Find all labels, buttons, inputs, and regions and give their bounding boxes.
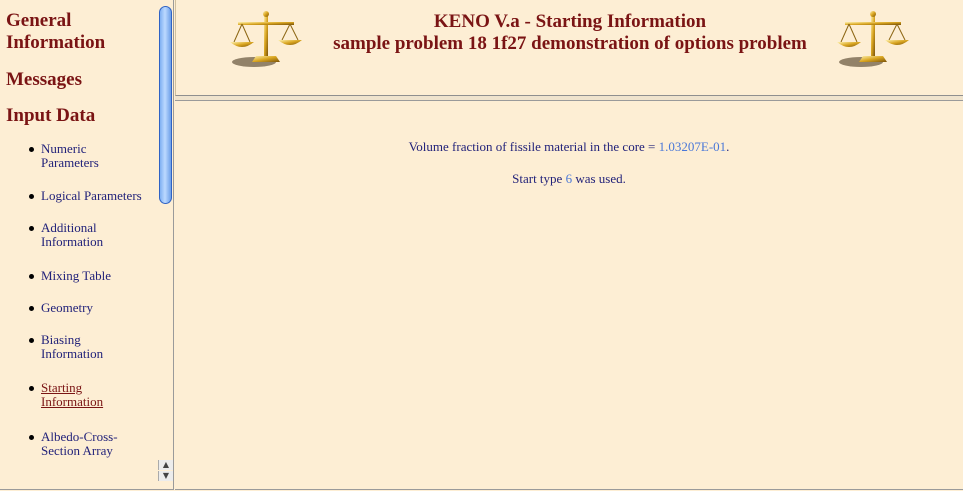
nav-link-line2: Information: [41, 346, 104, 361]
bullet-icon: [29, 147, 34, 152]
nav-link-line1: Starting: [41, 380, 83, 395]
header-frame: KENO V.a - Starting Information sample p…: [175, 0, 963, 96]
nav-link-line1: Additional: [41, 220, 97, 235]
scroll-up-arrow-icon[interactable]: ▲: [158, 460, 173, 470]
start-type-prefix: Start type: [512, 171, 566, 186]
bullet-icon: [29, 226, 34, 231]
volume-fraction-value: 1.03207E-01: [658, 139, 727, 154]
nav-link-line2: Information: [41, 234, 104, 249]
nav-input-data-link[interactable]: Input Data: [0, 105, 95, 127]
bullet-icon: [29, 306, 34, 311]
nav-link-line1: Numeric: [41, 141, 87, 156]
nav-general-line1: General: [6, 10, 72, 31]
nav-general-information-link[interactable]: General Information: [0, 10, 105, 54]
scrollbar-thumb[interactable]: [159, 6, 172, 204]
nav-link-line1: Geometry: [41, 300, 93, 315]
nav-link-line2: Section Array: [41, 443, 113, 458]
nav-general-line2: Information: [6, 32, 106, 53]
nav-link-mixing-table[interactable]: Mixing Table: [41, 269, 157, 283]
nav-link-line2: Parameters: [41, 155, 99, 170]
nav-link-albedo-cross-section-array[interactable]: Albedo-Cross- Section Array: [41, 430, 157, 458]
scroll-down-arrow-icon[interactable]: ▼: [158, 471, 173, 481]
bullet-icon: [29, 274, 34, 279]
start-type-suffix: was used.: [572, 171, 626, 186]
nav-scrollbar[interactable]: ▲ ▼: [158, 0, 173, 489]
nav-link-line1: Logical Parameters: [41, 188, 142, 203]
volume-fraction-label: Volume fraction of fissile material in t…: [408, 139, 659, 154]
nav-link-geometry[interactable]: Geometry: [41, 301, 157, 315]
nav-frame: General Information Messages Input Data …: [0, 0, 174, 490]
nav-link-line1: Albedo-Cross-: [41, 429, 118, 444]
volume-fraction-suffix: .: [726, 139, 730, 154]
nav-link-logical-parameters[interactable]: Logical Parameters: [41, 189, 157, 203]
balance-scale-icon: [837, 11, 909, 67]
nav-link-starting-information[interactable]: Starting Information: [41, 381, 157, 409]
nav-messages-link[interactable]: Messages: [0, 69, 82, 91]
nav-link-biasing-information[interactable]: Biasing Information: [41, 333, 157, 361]
volume-fraction-line: Volume fraction of fissile material in t…: [175, 139, 963, 155]
nav-link-line1: Biasing: [41, 332, 81, 347]
start-type-line: Start type 6 was used.: [175, 171, 963, 187]
main-content-frame: Volume fraction of fissile material in t…: [175, 101, 963, 490]
bullet-icon: [29, 338, 34, 343]
bullet-icon: [29, 194, 34, 199]
nav-link-line2: Information: [41, 394, 104, 409]
nav-link-numeric-parameters[interactable]: Numeric Parameters: [41, 142, 157, 170]
bullet-icon: [29, 386, 34, 391]
nav-link-additional-information[interactable]: Additional Information: [41, 221, 157, 249]
bullet-icon: [29, 435, 34, 440]
nav-link-line1: Mixing Table: [41, 268, 111, 283]
